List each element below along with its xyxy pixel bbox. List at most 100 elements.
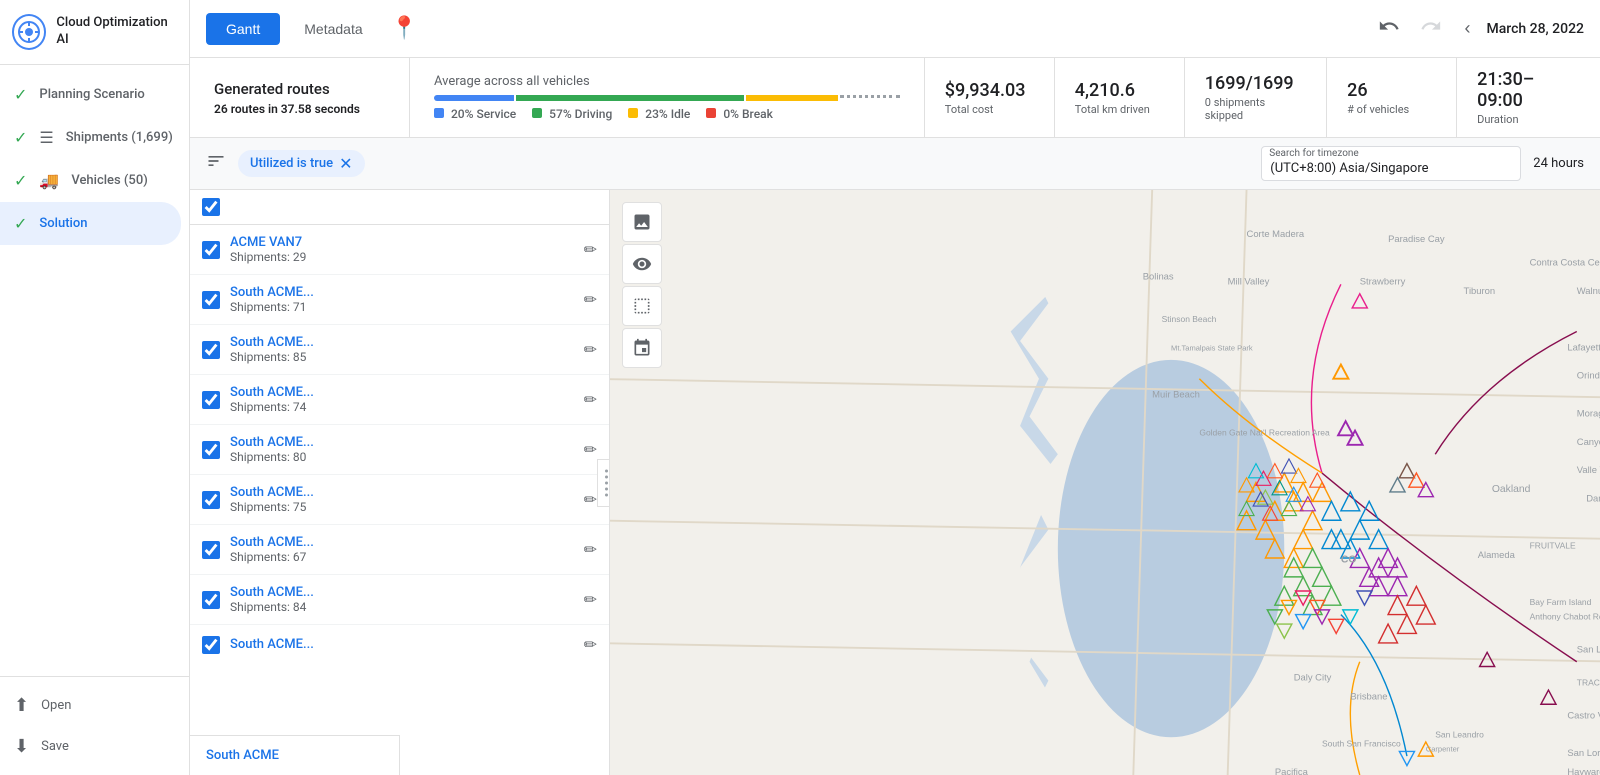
panel-collapse-handle[interactable] (597, 459, 610, 507)
routes-section: Generated routes 26 routes in 37.58 seco… (190, 58, 410, 137)
select-all-checkbox[interactable] (202, 198, 220, 216)
vehicle-item[interactable]: South ACME... Shipments: 74 ✏ (190, 375, 609, 425)
vehicle-checkbox[interactable] (202, 341, 220, 359)
vehicle-info: ACME VAN7 Shipments: 29 (230, 235, 574, 264)
vehicle-item[interactable]: ACME VAN7 Shipments: 29 ✏ (190, 225, 609, 275)
vehicle-item[interactable]: South ACME... Shipments: 85 ✏ (190, 325, 609, 375)
vehicle-shipments: Shipments: 80 (230, 450, 574, 464)
progress-bar (434, 95, 900, 101)
vehicle-checkbox[interactable] (202, 391, 220, 409)
vehicle-checkbox[interactable] (202, 291, 220, 309)
routes-title: Generated routes (214, 80, 385, 98)
avg-title: Average across all vehicles (434, 74, 900, 89)
svg-text:Golden Gate Nat'l Recreation A: Golden Gate Nat'l Recreation Area (1199, 427, 1330, 437)
sidebar-item-shipments[interactable]: ✓ ☰ Shipments (1,699) (0, 116, 189, 159)
total-cost-label: Total cost (945, 103, 1034, 116)
check-icon: ✓ (14, 128, 27, 147)
vehicle-edit-icon[interactable]: ✏ (584, 540, 597, 559)
sidebar: Cloud Optimization AI ✓ Planning Scenari… (0, 0, 190, 775)
check-icon: ✓ (14, 85, 27, 104)
driving-label: 57% Driving (532, 107, 612, 121)
vehicle-item[interactable]: South ACME... ✏ (190, 625, 609, 664)
svg-text:Corte Madera: Corte Madera (1247, 228, 1305, 239)
break-label: 0% Break (706, 107, 772, 121)
south-acme-panel: South ACME (190, 735, 400, 775)
shipments-icon: ☰ (39, 128, 53, 147)
shipments-skipped: 0 shipments skipped (1205, 96, 1306, 122)
service-label: 20% Service (434, 107, 516, 121)
map-image-tool[interactable] (622, 202, 662, 242)
open-button[interactable]: ⬆ Open (0, 685, 189, 726)
svg-text:FRUITVALE: FRUITVALE (1530, 541, 1576, 551)
vehicle-edit-icon[interactable]: ✏ (584, 240, 597, 259)
vehicle-checkbox[interactable] (202, 541, 220, 559)
filter-sort-icon[interactable] (206, 151, 226, 176)
date-prev-button[interactable]: ‹ (1456, 14, 1478, 43)
redo-button[interactable] (1414, 9, 1448, 49)
sidebar-item-vehicles[interactable]: ✓ 🚚 Vehicles (50) (0, 159, 189, 202)
idle-dot (628, 108, 638, 118)
vehicle-checkbox[interactable] (202, 636, 220, 654)
sidebar-logo: Cloud Optimization AI (0, 0, 189, 65)
svg-text:Moraga: Moraga (1577, 407, 1600, 418)
filter-chip-close-icon[interactable]: ✕ (339, 154, 352, 173)
vehicle-name: South ACME... (230, 485, 574, 500)
sidebar-item-planning[interactable]: ✓ Planning Scenario (0, 73, 189, 116)
svg-text:Strawberry: Strawberry (1360, 275, 1406, 286)
vehicle-item[interactable]: South ACME... Shipments: 80 ✏ (190, 425, 609, 475)
sidebar-item-solution[interactable]: ✓ Solution (0, 202, 181, 245)
app-title: Cloud Optimization AI (56, 15, 177, 49)
vehicle-edit-icon[interactable]: ✏ (584, 290, 597, 309)
map-lasso-tool[interactable] (622, 328, 662, 368)
svg-text:Bolinas: Bolinas (1143, 271, 1174, 282)
svg-text:Daly City: Daly City (1294, 672, 1332, 683)
gantt-button[interactable]: Gantt (206, 13, 280, 45)
vehicle-edit-icon[interactable]: ✏ (584, 490, 597, 509)
map-select-tool[interactable] (622, 286, 662, 326)
vehicle-name: South ACME... (230, 285, 574, 300)
total-cost-value: $9,934.03 (945, 80, 1034, 101)
vehicle-item[interactable]: South ACME... Shipments: 75 ✏ (190, 475, 609, 525)
vehicle-shipments: Shipments: 84 (230, 600, 574, 614)
vehicle-checkbox[interactable] (202, 591, 220, 609)
vehicle-checkbox[interactable] (202, 491, 220, 509)
main-content: Gantt Metadata 📍 ‹ March 28, 2022 Genera… (190, 0, 1600, 775)
metadata-button[interactable]: Metadata (288, 13, 378, 45)
avg-labels: 20% Service 57% Driving 23% Idle 0% Brea… (434, 107, 900, 121)
vehicle-edit-icon[interactable]: ✏ (584, 635, 597, 654)
vehicle-checkbox[interactable] (202, 241, 220, 259)
map-pin-icon[interactable]: 📍 (391, 16, 418, 41)
svg-text:San Leandro: San Leandro (1435, 729, 1484, 739)
date-navigation: ‹ March 28, 2022 (1456, 14, 1584, 43)
filter-chip-utilized[interactable]: Utilized is true ✕ (238, 150, 365, 177)
vehicle-item[interactable]: South ACME... Shipments: 67 ✏ (190, 525, 609, 575)
svg-text:Muir Beach: Muir Beach (1152, 389, 1200, 400)
vehicles-stat: 26 # of vehicles (1327, 58, 1457, 137)
svg-text:Paradise Cay: Paradise Cay (1388, 233, 1445, 244)
vehicle-info: South ACME... Shipments: 71 (230, 285, 574, 314)
vehicle-edit-icon[interactable]: ✏ (584, 590, 597, 609)
vehicle-edit-icon[interactable]: ✏ (584, 340, 597, 359)
map-area: Corte Madera Paradise Cay Contra Costa C… (610, 190, 1600, 775)
vehicle-edit-icon[interactable]: ✏ (584, 440, 597, 459)
vehicle-info: South ACME... Shipments: 80 (230, 435, 574, 464)
save-icon: ⬇ (14, 736, 29, 757)
driving-bar (516, 95, 744, 101)
vehicle-checkbox[interactable] (202, 441, 220, 459)
vehicle-item[interactable]: South ACME... Shipments: 71 ✏ (190, 275, 609, 325)
svg-text:Hayward: Hayward (1567, 766, 1600, 775)
vehicle-panel: ACME VAN7 Shipments: 29 ✏ South ACME... … (190, 190, 610, 775)
vehicle-info: South ACME... (230, 637, 574, 652)
duration-label: Duration (1477, 113, 1580, 126)
undo-button[interactable] (1372, 9, 1406, 49)
vehicle-item[interactable]: South ACME... Shipments: 84 ✏ (190, 575, 609, 625)
vehicle-edit-icon[interactable]: ✏ (584, 390, 597, 409)
sidebar-item-label: Solution (39, 216, 87, 231)
vehicles-icon: 🚚 (39, 171, 59, 190)
save-button[interactable]: ⬇ Save (0, 726, 189, 767)
routes-count: 26 (214, 102, 228, 116)
map-visibility-tool[interactable] (622, 244, 662, 284)
south-acme-label: South ACME (206, 748, 279, 763)
vehicle-shipments: Shipments: 71 (230, 300, 574, 314)
svg-text:Mill Valley: Mill Valley (1228, 275, 1270, 286)
